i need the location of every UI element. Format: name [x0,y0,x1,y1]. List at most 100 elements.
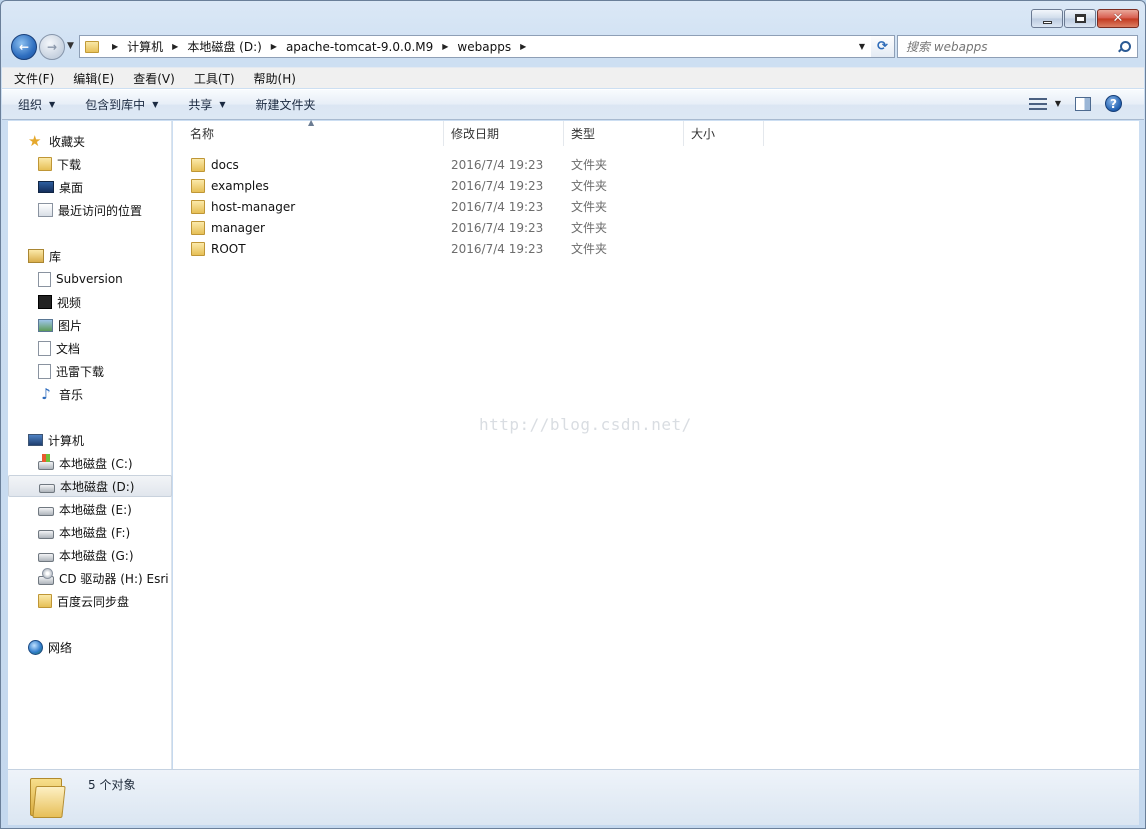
folder-icon [191,178,205,193]
chevron-right-icon[interactable]: ▶ [442,42,448,51]
maximize-icon [1074,14,1086,23]
chevron-down-icon: ▼ [219,100,226,109]
change-view-icon[interactable] [1028,97,1047,110]
recent-places-icon [38,203,53,217]
menu-edit[interactable]: 编辑(E) [71,69,116,88]
file-type: 文件夹 [571,200,608,214]
nav-item-drive-f[interactable]: 本地磁盘 (F:) [8,521,172,543]
menu-bar: 文件(F) 编辑(E) 查看(V) 工具(T) 帮助(H) [2,67,1144,88]
drive-icon [38,529,54,539]
menu-view[interactable]: 查看(V) [131,69,177,88]
help-icon[interactable]: ? [1105,95,1122,112]
document-icon [38,340,51,356]
preview-pane-icon[interactable] [1075,96,1091,111]
library-icon [28,249,44,263]
breadcrumb-tomcat[interactable]: apache-tomcat-9.0.0.M9 [286,40,433,54]
chevron-down-icon: ▼ [152,100,159,109]
search-box[interactable] [897,35,1138,58]
table-row[interactable]: host-manager 2016/7/4 19:23 文件夹 [183,196,703,217]
file-name: host-manager [211,199,296,214]
menu-tools[interactable]: 工具(T) [192,69,237,88]
view-options-dropdown[interactable]: ▼ [1055,99,1061,108]
back-button[interactable]: ← [11,34,37,60]
music-note-icon: ♪ [41,384,51,403]
column-header-type[interactable]: 类型 [564,121,684,146]
nav-item-drive-g[interactable]: 本地磁盘 (G:) [8,544,172,566]
menu-help[interactable]: 帮助(H) [252,69,298,88]
view-controls: ▼ ? [1028,95,1122,112]
status-bar: 5 个对象 [8,769,1139,825]
file-type: 文件夹 [571,179,608,193]
address-dropdown-icon[interactable]: ▼ [859,42,865,51]
search-input[interactable] [906,39,1117,54]
search-icon[interactable] [1117,40,1131,54]
command-bar: 组织 ▼ 包含到库中 ▼ 共享 ▼ 新建文件夹 ▼ ? [2,89,1144,120]
file-type: 文件夹 [571,158,608,172]
table-row[interactable]: ROOT 2016/7/4 19:23 文件夹 [183,238,703,259]
nav-item-baidu-sync[interactable]: 百度云同步盘 [8,590,172,612]
file-date: 2016/7/4 19:23 [451,199,544,214]
minimize-button[interactable] [1031,9,1063,28]
chevron-right-icon[interactable]: ▶ [520,42,526,51]
chevron-right-icon[interactable]: ▶ [271,42,277,51]
chevron-right-icon[interactable]: ▶ [172,42,178,51]
file-type: 文件夹 [571,221,608,235]
nav-item-desktop[interactable]: 桌面 [8,176,172,198]
drive-icon [38,552,54,562]
new-folder-button[interactable]: 新建文件夹 [256,96,316,113]
nav-item-music[interactable]: ♪ 音乐 [8,383,172,405]
column-header-date[interactable]: 修改日期 [444,121,564,146]
navigation-row: ← → ▼ ▶ 计算机 ▶ 本地磁盘 (D:) ▶ apache-tomcat-… [9,33,1139,61]
folder-icon [38,157,52,171]
breadcrumb-webapps[interactable]: webapps [457,40,511,54]
desktop-icon [38,181,54,193]
nav-item-videos[interactable]: 视频 [8,291,172,313]
nav-item-drive-c[interactable]: 本地磁盘 (C:) [8,452,172,474]
picture-icon [38,318,53,332]
nav-item-downloads[interactable]: 下载 [8,153,172,175]
column-header-name[interactable]: ▲ 名称 [173,118,444,146]
file-type: 文件夹 [571,242,608,256]
caption-buttons: ✕ [1031,9,1139,28]
share-button[interactable]: 共享 ▼ [188,96,225,113]
nav-favorites[interactable]: ★ 收藏夹 [8,130,172,152]
table-row[interactable]: docs 2016/7/4 19:23 文件夹 [183,154,703,175]
cd-drive-icon [38,567,54,585]
close-button[interactable]: ✕ [1097,9,1139,28]
nav-item-pictures[interactable]: 图片 [8,314,172,336]
nav-item-cd-drive-h[interactable]: CD 驱动器 (H:) Esri [8,567,172,589]
table-row[interactable]: examples 2016/7/4 19:23 文件夹 [183,175,703,196]
chevron-right-icon[interactable]: ▶ [112,42,118,51]
breadcrumb: ▶ 计算机 ▶ 本地磁盘 (D:) ▶ apache-tomcat-9.0.0.… [103,38,535,55]
forward-button[interactable]: → [39,34,65,60]
folder-icon [28,776,66,818]
address-bar[interactable]: ▶ 计算机 ▶ 本地磁盘 (D:) ▶ apache-tomcat-9.0.0.… [79,35,872,58]
nav-computer[interactable]: 计算机 [8,429,172,451]
arrow-left-icon: ← [18,40,30,54]
nav-item-drive-e[interactable]: 本地磁盘 (E:) [8,498,172,520]
nav-item-subversion[interactable]: Subversion [8,268,172,290]
column-header-size[interactable]: 大小 [684,121,764,146]
folder-icon [38,594,52,608]
file-name: docs [211,157,239,172]
menu-file[interactable]: 文件(F) [12,69,56,88]
organize-button[interactable]: 组织 ▼ [18,96,55,113]
refresh-icon: ⟳ [877,39,888,54]
breadcrumb-computer[interactable]: 计算机 [127,38,163,55]
nav-item-documents[interactable]: 文档 [8,337,172,359]
maximize-button[interactable] [1064,9,1096,28]
nav-item-xunlei-downloads[interactable]: 迅雷下载 [8,360,172,382]
refresh-button[interactable]: ⟳ [871,35,895,58]
nav-item-drive-d[interactable]: 本地磁盘 (D:) [8,475,172,497]
close-icon: ✕ [1112,11,1124,26]
nav-libraries[interactable]: 库 [8,245,172,267]
watermark-text: http://blog.csdn.net/ [479,415,692,434]
breadcrumb-drive-d[interactable]: 本地磁盘 (D:) [187,38,261,55]
include-in-library-button[interactable]: 包含到库中 ▼ [85,96,158,113]
nav-network[interactable]: 网络 [8,636,172,658]
table-row[interactable]: manager 2016/7/4 19:23 文件夹 [183,217,703,238]
nav-item-recent-places[interactable]: 最近访问的位置 [8,199,172,221]
sort-ascending-icon: ▲ [308,118,315,127]
recent-pages-dropdown[interactable]: ▼ [67,41,74,51]
file-date: 2016/7/4 19:23 [451,157,544,172]
